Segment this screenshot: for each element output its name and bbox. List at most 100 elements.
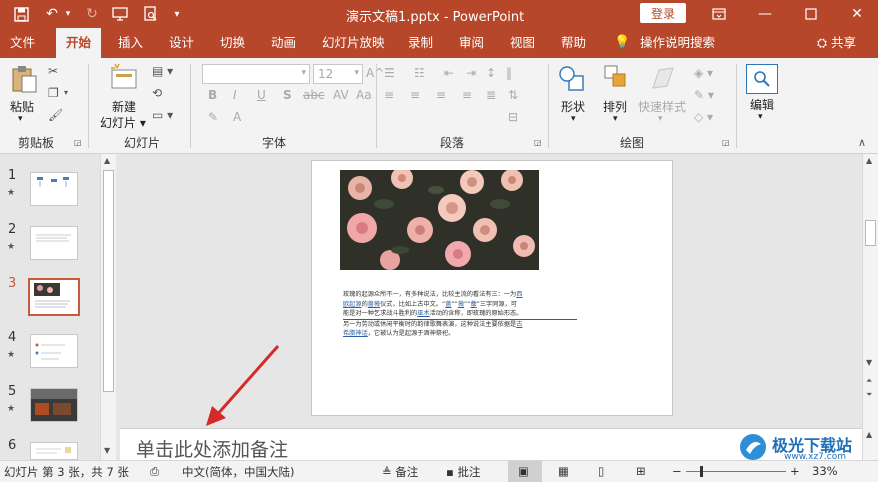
zoom-in-icon[interactable]: + — [790, 464, 800, 478]
paragraph-launcher-icon[interactable]: ◲ — [534, 138, 542, 147]
hyperlink[interactable]: 欧起源 — [343, 301, 362, 308]
bullets-icon[interactable]: ☰ — [384, 66, 395, 80]
shapes-icon[interactable] — [556, 64, 588, 98]
tab-insert[interactable]: 插入 — [118, 28, 143, 58]
format-painter-icon[interactable]: 🖌 — [48, 108, 63, 122]
login-button[interactable]: 登录 — [640, 3, 686, 23]
copy-dropdown-icon[interactable]: ▾ — [64, 88, 68, 97]
reset-icon[interactable]: ⟲ — [152, 86, 162, 100]
scroll-thumb[interactable] — [103, 170, 114, 392]
scroll-up-icon[interactable]: ▲ — [866, 156, 872, 165]
quick-styles-icon[interactable] — [648, 64, 678, 98]
justify-icon[interactable]: ≡ — [462, 88, 472, 102]
slide-thumbnail-2[interactable] — [30, 226, 78, 260]
arrange-icon[interactable] — [602, 64, 630, 98]
increase-indent-icon[interactable]: ⇥ — [466, 66, 476, 80]
comments-toggle[interactable]: ▪ 批注 — [446, 464, 480, 480]
font-name-dropdown-icon[interactable]: ▾ — [301, 68, 306, 78]
next-slide-icon[interactable]: ⏷ — [866, 390, 872, 400]
new-slide-icon[interactable] — [108, 62, 140, 96]
slide-sorter-icon[interactable]: ▦ — [558, 464, 569, 478]
editing-button[interactable]: 编辑 — [750, 96, 774, 113]
hyperlink[interactable]: 蔷薇 — [368, 301, 380, 308]
ribbon-display-icon[interactable] — [698, 0, 740, 28]
tab-animations[interactable]: 动画 — [271, 28, 296, 58]
numbering-icon[interactable]: ☷ — [414, 66, 425, 80]
tab-help[interactable]: 帮助 — [561, 28, 586, 58]
zoom-level[interactable]: 33% — [812, 464, 838, 478]
slide-body-text[interactable]: 玫瑰的起源众所不一，有多种说法，比较主流的看法有三：一为西 欧起源的蔷薇仪式，比… — [343, 290, 577, 339]
bold-icon[interactable]: B — [208, 88, 217, 102]
zoom-slider-thumb[interactable] — [700, 466, 703, 477]
tell-me-search[interactable]: 操作说明搜索 — [640, 28, 715, 58]
undo-icon[interactable]: ↶ — [42, 4, 62, 24]
char-spacing-icon[interactable]: AV — [333, 88, 349, 102]
hyperlink[interactable]: 西 — [516, 291, 522, 298]
shape-effects-icon[interactable]: ◇ ▾ — [694, 110, 713, 124]
slide-scrollbar[interactable]: ▲ ▼ ⏶ ⏷ — [862, 154, 878, 428]
thumbnail-scrollbar[interactable]: ▲ ▼ — [100, 154, 116, 460]
slide-thumbnail-6[interactable] — [30, 442, 78, 460]
reading-view-icon[interactable]: ▯ — [598, 464, 604, 478]
hyperlink[interactable]: 古 — [516, 321, 522, 328]
align-center-icon[interactable]: ≡ — [410, 88, 420, 102]
quick-styles-button[interactable]: 快速样式 — [638, 98, 686, 115]
scroll-down-icon[interactable]: ▼ — [866, 358, 872, 367]
copy-icon[interactable]: ❐ — [48, 86, 59, 100]
slide-thumbnail-4[interactable] — [30, 334, 78, 368]
accessibility-icon[interactable]: ⎙ — [150, 464, 159, 479]
arrange-dropdown-icon[interactable]: ▾ — [613, 114, 618, 124]
cut-icon[interactable]: ✂ — [48, 64, 58, 78]
editing-dropdown-icon[interactable]: ▾ — [758, 112, 763, 122]
font-size-dropdown-icon[interactable]: ▾ — [354, 68, 359, 78]
tab-review[interactable]: 审阅 — [459, 28, 484, 58]
new-slide-label-1[interactable]: 新建 — [112, 98, 136, 115]
align-text-icon[interactable]: ⊟ — [508, 110, 518, 124]
text-columns-icon[interactable]: ‖ — [506, 66, 512, 80]
slide-thumbnail-3[interactable] — [28, 278, 80, 316]
strikethrough-icon[interactable]: abc — [303, 88, 325, 102]
shapes-dropdown-icon[interactable]: ▾ — [571, 114, 576, 124]
share-button[interactable]: ⛭ 共享 — [817, 28, 856, 58]
tab-slideshow[interactable]: 幻灯片放映 — [322, 28, 385, 58]
zoom-out-icon[interactable]: − — [672, 464, 682, 478]
align-left-icon[interactable]: ≡ — [384, 88, 394, 102]
new-slide-button[interactable]: 幻灯片 ▾ — [100, 114, 146, 131]
scroll-thumb[interactable] — [865, 220, 876, 246]
change-case-icon[interactable]: Aa — [356, 88, 372, 102]
line-spacing-icon[interactable]: ↕ — [486, 66, 496, 80]
font-size-input[interactable]: 12 ▾ — [313, 64, 363, 84]
font-color-icon[interactable]: A — [233, 110, 241, 124]
align-right-icon[interactable]: ≡ — [436, 88, 446, 102]
tab-design[interactable]: 设计 — [169, 28, 194, 58]
distributed-icon[interactable]: ≣ — [486, 88, 496, 102]
rose-image[interactable] — [340, 170, 539, 270]
tab-view[interactable]: 视图 — [510, 28, 535, 58]
decrease-indent-icon[interactable]: ⇤ — [444, 66, 454, 80]
clipboard-launcher-icon[interactable]: ◲ — [74, 138, 82, 147]
scroll-down-icon[interactable]: ▼ — [104, 446, 110, 455]
tab-home[interactable]: 开始 — [56, 28, 102, 58]
undo-dropdown-icon[interactable]: ▾ — [62, 4, 74, 24]
find-icon[interactable] — [746, 64, 778, 94]
maximize-icon[interactable] — [790, 0, 832, 28]
scroll-up-icon[interactable]: ▲ — [104, 156, 110, 165]
customize-toolbar-icon[interactable]: ▾ — [170, 4, 184, 24]
paste-icon[interactable] — [8, 64, 40, 98]
paste-dropdown-icon[interactable]: ▾ — [18, 114, 23, 124]
tab-transitions[interactable]: 切换 — [220, 28, 245, 58]
quick-styles-dropdown-icon[interactable]: ▾ — [658, 114, 663, 124]
print-preview-icon[interactable] — [140, 4, 160, 24]
text-direction-icon[interactable]: ⇅ — [508, 88, 518, 102]
paste-button[interactable]: 粘贴 — [10, 98, 34, 115]
shadow-icon[interactable]: S — [283, 88, 292, 102]
tab-record[interactable]: 录制 — [408, 28, 433, 58]
italic-icon[interactable]: I — [233, 88, 237, 102]
section-icon[interactable]: ▭ ▾ — [152, 108, 173, 122]
tab-file[interactable]: 文件 — [10, 28, 35, 58]
minimize-icon[interactable]: — — [744, 0, 786, 28]
hyperlink[interactable]: 巫术 — [417, 310, 429, 317]
layout-icon[interactable]: ▤ ▾ — [152, 64, 173, 78]
arrange-button[interactable]: 排列 — [603, 98, 627, 115]
normal-view-icon[interactable]: ▣ — [508, 461, 542, 482]
